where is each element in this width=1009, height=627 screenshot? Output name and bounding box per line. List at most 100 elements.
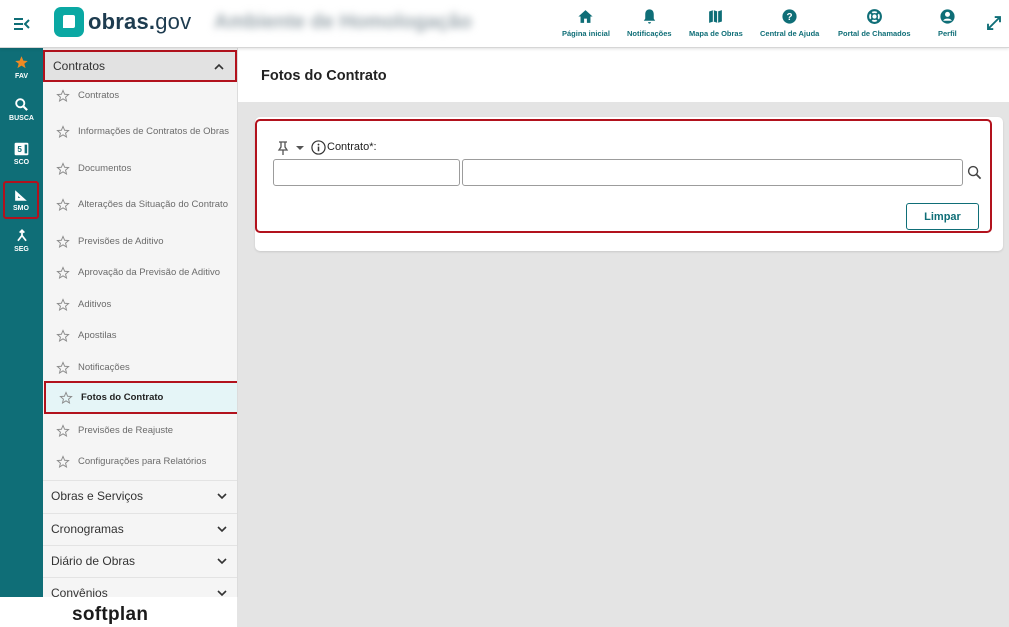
menu-item-apostilas[interactable]: Apostilas xyxy=(43,326,237,346)
chevron-down-icon xyxy=(217,590,227,597)
nav-notifications[interactable]: Notificações xyxy=(627,8,672,38)
menu-item-notificacoes[interactable]: Notificações xyxy=(43,358,237,378)
pin-icon[interactable] xyxy=(277,141,289,155)
rail-item-seg[interactable]: SEG xyxy=(0,228,43,253)
nav-help-label: Central de Ajuda xyxy=(760,29,820,38)
menu-group-label: Obras e Serviços xyxy=(51,488,144,503)
menu-group-cronogramas[interactable]: Cronogramas xyxy=(43,513,237,543)
menu-item-contratos[interactable]: Contratos xyxy=(43,86,237,106)
menu-item-aprovacao[interactable]: Aprovação da Previsão de Aditivo xyxy=(43,263,237,283)
menu-section-title: Contratos xyxy=(53,59,106,73)
menu-group-label: Convênios xyxy=(51,585,108,598)
menu-item-label: Aditivos xyxy=(78,299,112,310)
calendar-icon: 5 xyxy=(14,142,29,156)
menu-item-aditivos[interactable]: Aditivos xyxy=(43,295,237,315)
menu-section-contratos[interactable]: Contratos xyxy=(43,50,237,82)
star-icon xyxy=(15,56,28,69)
module-rail: FAV BUSCA 5 SCO SMO SEG xyxy=(0,48,43,597)
menu-item-label: Apostilas xyxy=(78,330,117,341)
contrato-code-input[interactable] xyxy=(273,159,460,186)
chevron-up-icon xyxy=(214,63,224,70)
menu-item-previsoes-reajuste[interactable]: Previsões de Reajuste xyxy=(43,421,237,441)
contrato-description-input[interactable] xyxy=(462,159,963,186)
menu-group-obras-servicos[interactable]: Obras e Serviços xyxy=(43,480,237,510)
nav-notifications-label: Notificações xyxy=(627,29,672,38)
nav-home[interactable]: Página inicial xyxy=(562,8,610,38)
nav-profile-label: Perfil xyxy=(938,29,957,38)
top-header: obras.gov Ambiente de Homologação Página… xyxy=(0,0,1009,48)
side-menu: Contratos Contratos Informações de Contr… xyxy=(43,48,238,597)
rail-badge-sco: 5 xyxy=(17,145,22,154)
chevron-down-icon xyxy=(217,493,227,500)
menu-item-label: Informações de Contratos de Obras xyxy=(78,126,230,137)
menu-item-label: Previsões de Aditivo xyxy=(78,236,164,247)
help-icon: ? xyxy=(782,9,797,24)
menu-group-label: Diário de Obras xyxy=(51,553,136,568)
caret-down-icon[interactable] xyxy=(296,146,304,150)
clear-button[interactable]: Limpar xyxy=(906,203,979,230)
logo-name: obras. xyxy=(88,9,156,34)
rail-label-busca: BUSCA xyxy=(9,115,34,122)
menu-toggle-button[interactable] xyxy=(12,14,32,34)
star-outline-icon[interactable] xyxy=(56,162,70,176)
menu-item-configuracoes[interactable]: Configurações para Relatórios xyxy=(43,452,237,472)
star-outline-icon[interactable] xyxy=(56,424,70,438)
menu-item-label: Previsões de Reajuste xyxy=(78,425,174,436)
menu-item-documentos[interactable]: Documentos xyxy=(43,159,237,179)
star-outline-icon[interactable] xyxy=(59,390,73,405)
star-outline-icon[interactable] xyxy=(56,361,70,375)
rail-item-fav[interactable]: FAV xyxy=(0,55,43,80)
star-outline-icon[interactable] xyxy=(56,298,70,312)
logo-text: obras.gov xyxy=(88,9,191,35)
nav-home-label: Página inicial xyxy=(562,29,610,38)
star-outline-icon[interactable] xyxy=(56,89,70,103)
star-outline-icon[interactable] xyxy=(56,329,70,343)
search-icon xyxy=(15,98,28,111)
menu-item-alteracoes[interactable]: Alterações da Situação do Contrato xyxy=(43,193,237,217)
menu-item-label: Contratos xyxy=(78,90,120,101)
rail-item-busca[interactable]: BUSCA xyxy=(0,97,43,122)
menu-item-label: Aprovação da Previsão de Aditivo xyxy=(78,267,221,278)
nav-support[interactable]: Portal de Chamados xyxy=(838,8,911,38)
star-outline-icon[interactable] xyxy=(56,266,70,280)
page-title: Fotos do Contrato xyxy=(261,68,387,84)
logo-suffix: gov xyxy=(155,9,192,34)
nav-support-label: Portal de Chamados xyxy=(838,29,911,38)
softplan-logo: softplan xyxy=(72,604,149,625)
rail-label-fav: FAV xyxy=(14,73,29,80)
star-outline-icon[interactable] xyxy=(56,235,70,249)
info-icon[interactable] xyxy=(311,140,326,155)
nav-profile[interactable]: Perfil xyxy=(938,8,957,38)
user-icon xyxy=(940,9,955,24)
nav-help[interactable]: ? Central de Ajuda xyxy=(760,8,819,38)
rail-label-sco: SCO xyxy=(13,159,30,166)
menu-item-previsoes-aditivo[interactable]: Previsões de Aditivo xyxy=(43,232,237,252)
rail-item-sco[interactable]: 5 SCO xyxy=(0,142,43,166)
chevron-down-icon xyxy=(217,558,227,565)
menu-collapse-icon xyxy=(14,18,30,30)
lifebuoy-icon xyxy=(866,9,882,24)
star-outline-icon[interactable] xyxy=(56,455,70,469)
page-title-bar: Fotos do Contrato xyxy=(238,48,1009,102)
svg-text:?: ? xyxy=(787,12,793,23)
map-icon xyxy=(709,10,723,23)
rail-label-smo: SMO xyxy=(13,204,29,212)
menu-group-convenios[interactable]: Convênios xyxy=(43,577,237,598)
rail-item-smo[interactable]: SMO xyxy=(3,181,39,219)
filter-panel: Contrato*: Limpar xyxy=(255,119,992,233)
merge-icon xyxy=(16,229,27,242)
rail-label-seg: SEG xyxy=(14,246,29,253)
nav-map[interactable]: Mapa de Obras xyxy=(689,8,743,38)
home-icon xyxy=(578,10,594,23)
menu-item-informacoes[interactable]: Informações de Contratos de Obras xyxy=(43,120,237,144)
menu-item-label: Documentos xyxy=(78,163,132,174)
app-logo[interactable]: obras.gov xyxy=(54,7,191,37)
menu-item-fotos-contrato[interactable]: Fotos do Contrato xyxy=(44,381,237,414)
menu-group-diario-obras[interactable]: Diário de Obras xyxy=(43,545,237,575)
expand-icon[interactable] xyxy=(985,14,1003,32)
search-icon[interactable] xyxy=(967,165,982,180)
star-outline-icon[interactable] xyxy=(56,125,70,139)
nav-map-label: Mapa de Obras xyxy=(689,29,743,38)
star-outline-icon[interactable] xyxy=(56,198,70,212)
logo-mark-icon xyxy=(54,7,84,37)
